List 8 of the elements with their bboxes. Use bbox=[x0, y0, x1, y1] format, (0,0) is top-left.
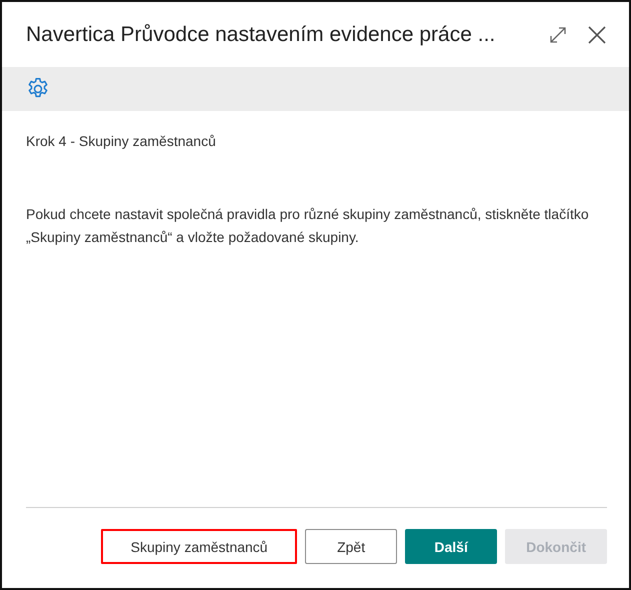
wizard-button[interactable]: Zpět bbox=[305, 529, 398, 564]
window-title: Navertica Průvodce nastavením evidence práce ... bbox=[26, 22, 496, 46]
wizard-button[interactable]: Další bbox=[405, 529, 498, 564]
expand-icon[interactable] bbox=[549, 26, 567, 44]
close-icon[interactable] bbox=[587, 24, 607, 44]
wizard-button[interactable]: Skupiny zaměstnanců bbox=[101, 529, 298, 564]
step-title: Krok 4 - Skupiny zaměstnanců bbox=[26, 133, 217, 149]
description-text: Pokud chcete nastavit společná pravidla pro různé skupiny zaměstnanců, stiskněte tlačítko „Skupiny zaměstnanců“ a vložte požadované skupiny. bbox=[26, 205, 590, 247]
